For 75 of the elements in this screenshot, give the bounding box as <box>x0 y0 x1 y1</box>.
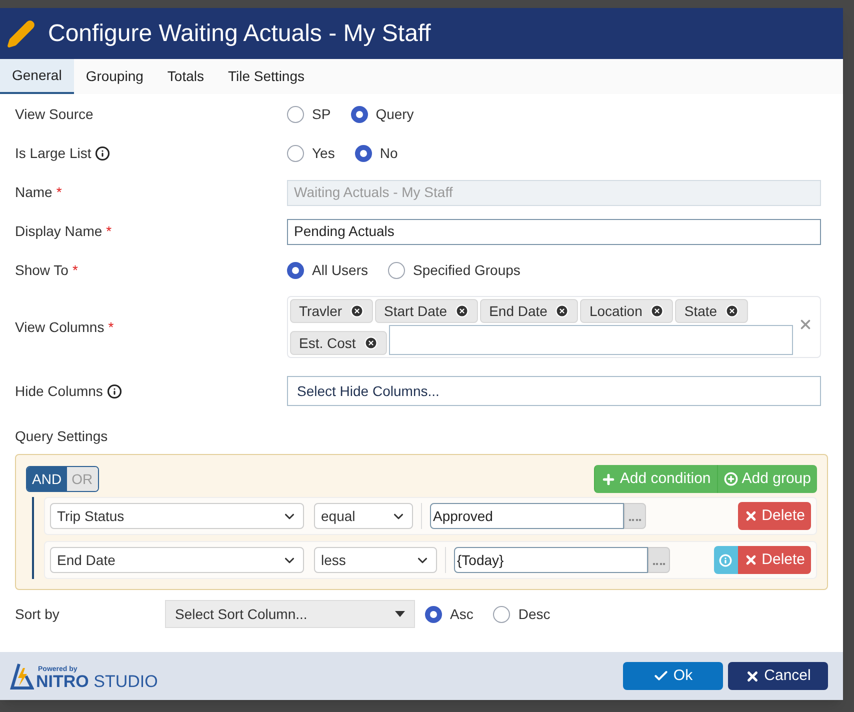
ellipsis-button[interactable] <box>624 503 646 529</box>
column-tag[interactable]: Location <box>580 299 674 323</box>
conjunction-toggle[interactable]: AND OR <box>26 466 99 492</box>
sort-select[interactable]: Select Sort Column... <box>165 600 415 628</box>
remove-icon[interactable] <box>455 304 470 318</box>
remove-icon[interactable] <box>364 336 378 350</box>
delete-button[interactable]: Delete <box>738 502 811 530</box>
column-tag[interactable]: State <box>675 299 748 323</box>
field-label: Display Name <box>15 222 102 241</box>
required-mark: * <box>56 183 62 202</box>
radio-option[interactable]: All Users <box>287 260 368 281</box>
remove-icon[interactable] <box>555 304 570 318</box>
field-label: View Columns <box>15 318 104 336</box>
radio-option[interactable]: No <box>354 143 398 164</box>
remove-icon[interactable] <box>650 304 664 318</box>
radio-button[interactable] <box>354 145 372 162</box>
field-label: View Source <box>15 105 94 124</box>
required-mark: * <box>108 318 114 336</box>
tab[interactable]: Totals <box>155 59 216 94</box>
radio-button[interactable] <box>493 606 510 622</box>
radio-option[interactable]: Specified Groups <box>388 260 520 281</box>
radio-option[interactable]: Yes <box>287 143 335 164</box>
tab[interactable]: Tile Settings <box>216 59 316 94</box>
close-icon <box>744 553 758 567</box>
radio-button[interactable] <box>388 262 406 279</box>
tab[interactable]: Grouping <box>74 59 156 94</box>
dropdown[interactable]: less <box>314 547 437 573</box>
info-icon <box>719 554 732 566</box>
column-tag[interactable]: End Date <box>480 299 578 323</box>
remove-icon[interactable] <box>725 304 740 318</box>
clear-icon[interactable] <box>798 317 813 332</box>
radio-option[interactable]: Desc <box>493 604 550 624</box>
cancel-button[interactable]: Cancel <box>728 662 828 690</box>
radio-option[interactable]: Asc <box>425 604 474 624</box>
plus-icon <box>600 472 616 486</box>
column-tag[interactable]: Start Date <box>375 299 478 323</box>
required-mark: * <box>72 261 78 280</box>
close-icon <box>744 509 758 523</box>
radio-option[interactable]: Query <box>350 104 414 125</box>
caret-icon <box>395 611 405 617</box>
dropdown[interactable]: End Date <box>50 547 304 573</box>
ok-button[interactable]: Ok <box>623 662 723 690</box>
section-label: Query Settings <box>15 428 108 444</box>
conjunction-button[interactable]: AND <box>27 467 67 491</box>
tab[interactable]: General <box>0 59 74 94</box>
field-label: Sort by <box>15 604 60 624</box>
lightning-logo-icon <box>10 662 34 690</box>
ellipsis-button[interactable] <box>648 547 670 573</box>
radio-button[interactable] <box>425 606 442 622</box>
required-mark: * <box>106 222 112 241</box>
field-label: Hide Columns <box>15 382 103 400</box>
field-label: Is Large List <box>15 144 92 163</box>
field-label: Name <box>15 183 52 202</box>
text-field[interactable]: Pending Actuals <box>287 218 821 244</box>
remove-icon[interactable] <box>350 304 364 318</box>
column-tag[interactable]: Travler <box>290 299 374 323</box>
pencil-icon <box>6 18 36 48</box>
value-field[interactable]: {Today} <box>454 547 648 573</box>
close-icon <box>745 668 760 684</box>
plus-circle-icon <box>724 472 738 486</box>
dropdown[interactable]: Trip Status <box>50 503 304 529</box>
select-field[interactable]: Select Hide Columns... <box>287 376 821 406</box>
field-label: Show To <box>15 261 68 280</box>
dialog-title: Configure Waiting Actuals - My Staff <box>48 18 431 48</box>
radio-button[interactable] <box>287 262 304 279</box>
delete-button[interactable]: Delete <box>738 546 811 574</box>
value-field[interactable]: Approved <box>430 503 624 529</box>
tags-field[interactable]: Travler Start Date End Date Location State Est. Cost <box>287 296 821 358</box>
radio-option[interactable]: SP <box>287 104 331 125</box>
radio-button[interactable] <box>350 106 368 123</box>
column-tag[interactable]: Est. Cost <box>290 331 387 355</box>
radio-button[interactable] <box>287 145 304 162</box>
tag-input-field[interactable] <box>388 325 793 355</box>
dropdown[interactable]: equal <box>314 503 413 529</box>
radio-button[interactable] <box>287 106 304 123</box>
